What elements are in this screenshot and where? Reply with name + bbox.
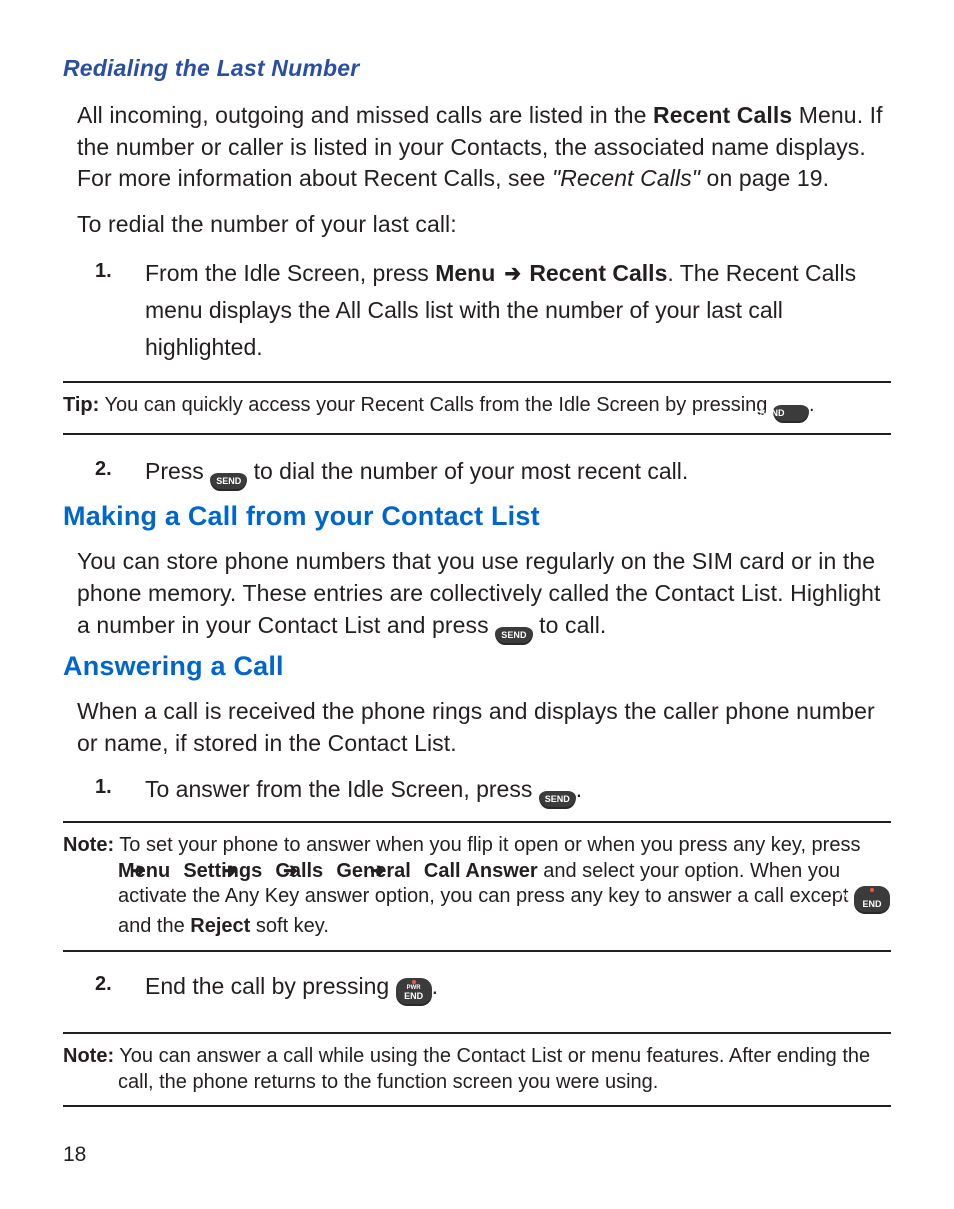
send-key-icon: SEND [210,473,247,491]
text: . [809,394,815,416]
tip-label: Tip: [63,394,99,416]
text: From the Idle Screen, press [145,260,435,286]
note-label: Note: [63,1045,114,1067]
contact-list-paragraph: You can store phone numbers that you use… [77,546,891,644]
note-callout-1: Note: To set your phone to answer when y… [63,821,891,952]
section-heading-contact-list: Making a Call from your Contact List [63,501,891,532]
answer-step-1: 1. To answer from the Idle Screen, press… [63,773,891,809]
text: to call. [539,612,606,638]
text: and the [118,915,190,937]
tip-callout: Tip: You can quickly access your Recent … [63,381,891,435]
text: on page 19. [700,165,829,191]
arrow-icon: ➔ [268,859,270,885]
text: All incoming, outgoing and missed calls … [77,102,653,128]
end-key-icon: PWREND [854,886,890,914]
tip-text: You can quickly access your Recent Calls… [99,394,773,416]
arrow-icon: ➔ [176,859,178,885]
arrow-icon: ➔ [417,859,419,885]
text: To set your phone to answer when you fli… [114,834,860,856]
xref-recent-calls: "Recent Calls" [552,165,700,191]
text: You can store phone numbers that you use… [77,548,881,637]
redial-step-2: 2. Press SEND to dial the number of your… [63,453,891,491]
page-number: 18 [63,1143,86,1167]
step-number: 1. [95,255,112,287]
bold-recent-calls: Recent Calls [529,260,667,286]
text: soft key. [250,915,329,937]
send-key-icon: SEND [539,791,576,809]
note-callout-2: Note: You can answer a call while using … [63,1032,891,1107]
text: to dial the number of your most recent c… [254,458,689,484]
text: Press [145,458,210,484]
text: End the call by pressing [145,973,396,999]
bold-menu: Menu [435,260,495,286]
arrow-icon: ➔ [503,255,521,292]
answering-paragraph: When a call is received the phone rings … [77,696,891,759]
redial-lead-in: To redial the number of your last call: [77,209,891,241]
note-text: You can answer a call while using the Co… [114,1045,870,1093]
subsection-heading: Redialing the Last Number [63,55,891,82]
answer-step-2: 2. End the call by pressing PWREND. [63,970,891,1006]
text: To answer from the Idle Screen, press [145,776,539,802]
step-number: 1. [95,773,112,801]
bold-reject: Reject [190,915,250,937]
text: . [432,973,438,999]
note-label: Note: [63,834,114,856]
path-call-answer: Call Answer [424,860,538,882]
send-key-icon: SEND [495,627,532,645]
step-number: 2. [95,970,112,998]
arrow-icon: ➔ [329,859,331,885]
redial-step-1: 1. From the Idle Screen, press Menu ➔ Re… [63,255,891,365]
intro-paragraph: All incoming, outgoing and missed calls … [77,100,891,195]
step-number: 2. [95,453,112,485]
end-key-icon: PWREND [396,978,432,1006]
bold-recent-calls: Recent Calls [653,102,792,128]
send-key-icon: SEND [773,405,809,423]
text: . [576,776,582,802]
section-heading-answering: Answering a Call [63,651,891,682]
